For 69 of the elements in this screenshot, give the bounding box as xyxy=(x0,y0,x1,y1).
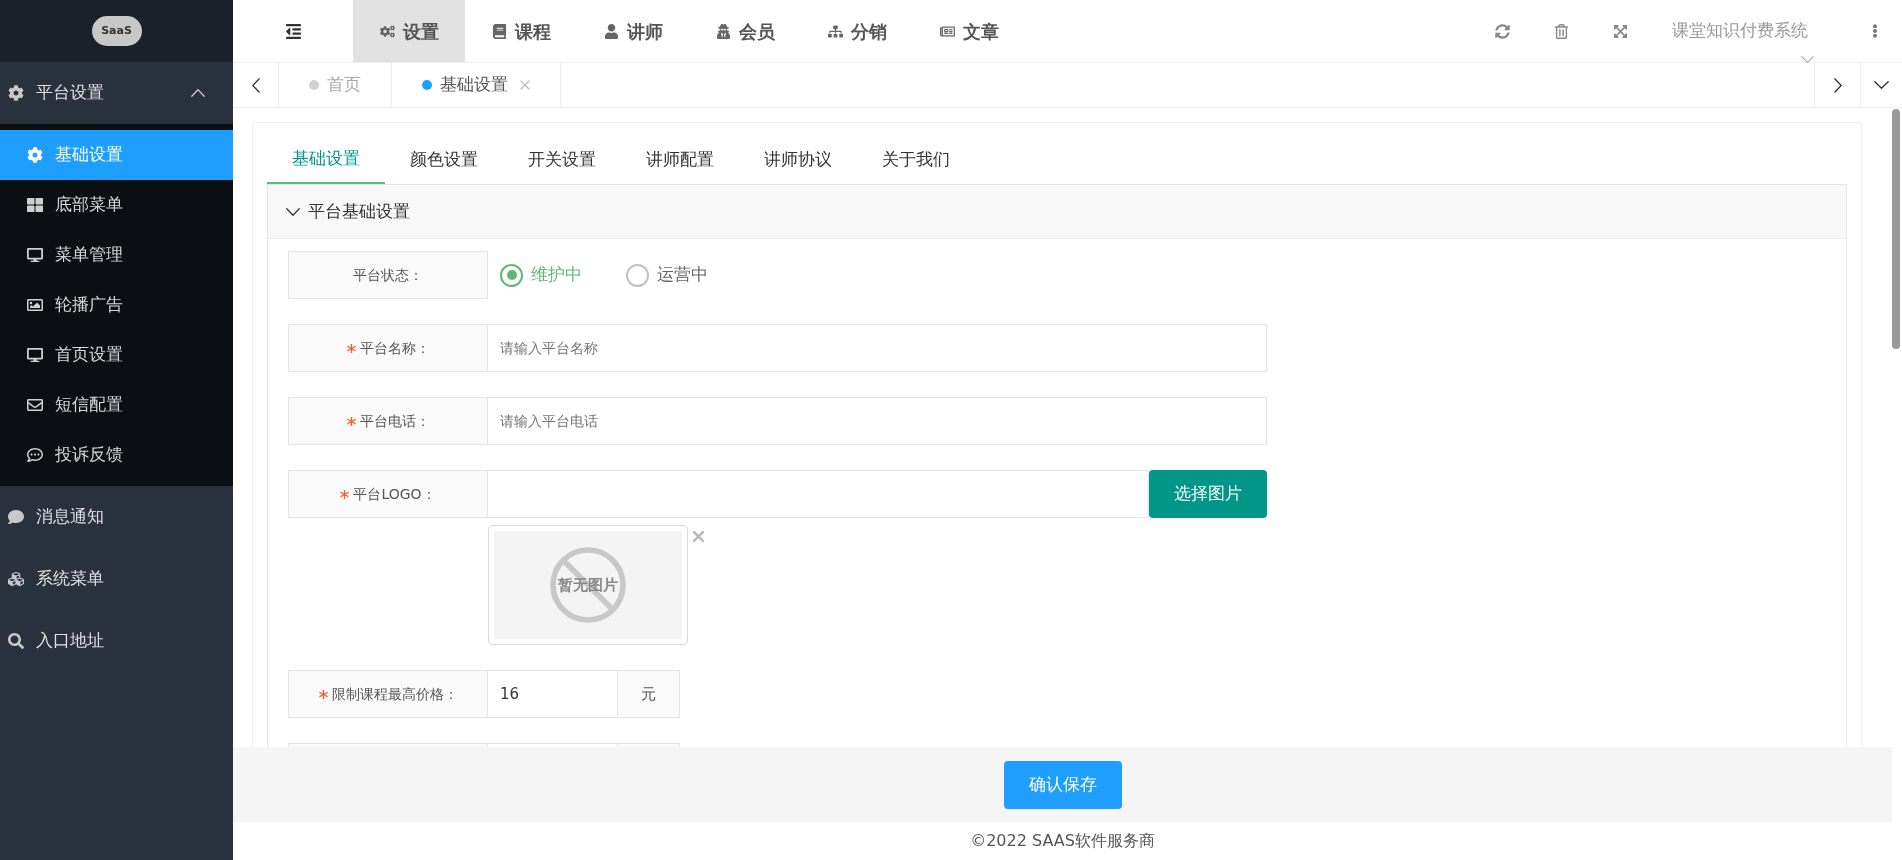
gear-icon xyxy=(8,85,24,101)
field-label: 平台名称： xyxy=(288,324,488,372)
settings-tab[interactable]: 讲师配置 xyxy=(621,135,739,184)
sidebar-item[interactable]: 投诉反馈 xyxy=(0,430,233,480)
sidebar-item[interactable]: 首页设置 xyxy=(0,330,233,380)
gears-icon xyxy=(379,23,395,39)
speech-bubble-icon xyxy=(8,509,24,525)
sidebar-item[interactable]: 短信配置 xyxy=(0,380,233,430)
sidebar-item[interactable]: 底部菜单 xyxy=(0,180,233,230)
speech-bubble-icon xyxy=(27,447,43,463)
settings-tab[interactable]: 关于我们 xyxy=(857,135,975,184)
sitemap-icon xyxy=(827,23,843,39)
close-icon[interactable] xyxy=(693,531,704,542)
page-tab[interactable]: 基础设置 xyxy=(392,63,561,107)
fullscreen-icon[interactable] xyxy=(1613,23,1628,39)
close-icon[interactable] xyxy=(520,80,530,90)
refresh-icon[interactable] xyxy=(1495,23,1510,39)
menu-toggle-icon[interactable] xyxy=(284,22,302,40)
monitor-icon xyxy=(27,347,43,363)
chevron-down-icon xyxy=(1874,81,1889,89)
user-icon xyxy=(715,23,731,39)
required-asterisk-icon xyxy=(346,343,356,353)
panel-header[interactable]: 平台基础设置 xyxy=(268,185,1846,239)
unit-addon: 元 xyxy=(618,670,680,718)
required-asterisk-icon xyxy=(318,689,328,699)
sidebar-group[interactable]: 平台设置 xyxy=(0,62,233,124)
cubes-icon xyxy=(8,571,24,587)
settings-tab[interactable]: 开关设置 xyxy=(503,135,621,184)
text-input[interactable]: 请输入平台电话 xyxy=(488,397,1267,445)
copyright-text: ©2022 SAAS软件服务商 xyxy=(970,830,1155,852)
nav-tab[interactable]: 课程 xyxy=(465,0,577,62)
required-asterisk-icon xyxy=(346,416,356,426)
text-input[interactable]: 请输入平台名称 xyxy=(488,324,1267,372)
chevron-down-icon xyxy=(1801,56,1814,64)
radio-option[interactable]: 运营中 xyxy=(626,262,708,288)
image-icon xyxy=(27,297,43,313)
settings-tab[interactable]: 讲师协议 xyxy=(739,135,857,184)
sidebar-group[interactable]: 入口地址 xyxy=(0,610,233,672)
nav-tab[interactable]: 文章 xyxy=(913,0,1025,62)
nav-tab[interactable]: 设置 xyxy=(353,0,465,62)
nav-tab[interactable]: 分销 xyxy=(801,0,913,62)
sidebar-item[interactable]: 菜单管理 xyxy=(0,230,233,280)
book-icon xyxy=(491,23,507,39)
nav-tab[interactable]: 会员 xyxy=(689,0,801,62)
chevron-down-icon xyxy=(286,207,300,216)
chevron-right-icon xyxy=(1833,77,1842,93)
cloud-logo: SaaS xyxy=(91,16,142,46)
sidebar-group[interactable]: 系统菜单 xyxy=(0,548,233,610)
field-label: 平台LOGO： xyxy=(288,470,488,518)
nav-tab[interactable]: 讲师 xyxy=(577,0,689,62)
trash-icon[interactable] xyxy=(1554,23,1569,39)
chevron-up-icon xyxy=(191,89,205,97)
field-label: 平台状态： xyxy=(288,251,488,299)
grid-icon xyxy=(27,197,43,213)
search-icon xyxy=(8,633,24,649)
gear-icon xyxy=(27,147,43,163)
choose-image-button[interactable]: 选择图片 xyxy=(1149,470,1267,518)
monitor-icon xyxy=(27,247,43,263)
field-label: 限制课程最高价格： xyxy=(288,670,488,718)
field-label: 平台电话： xyxy=(288,397,488,445)
text-input[interactable] xyxy=(488,470,1149,518)
settings-tab[interactable]: 颜色设置 xyxy=(385,135,503,184)
no-image-text: 暂无图片 xyxy=(558,574,618,596)
user-icon xyxy=(603,23,619,39)
required-asterisk-icon xyxy=(340,489,350,499)
sidebar-group[interactable]: 消息通知 xyxy=(0,486,233,548)
chevron-left-icon xyxy=(251,77,260,93)
sidebar-item[interactable]: 轮播广告 xyxy=(0,280,233,330)
envelope-icon xyxy=(27,397,43,413)
